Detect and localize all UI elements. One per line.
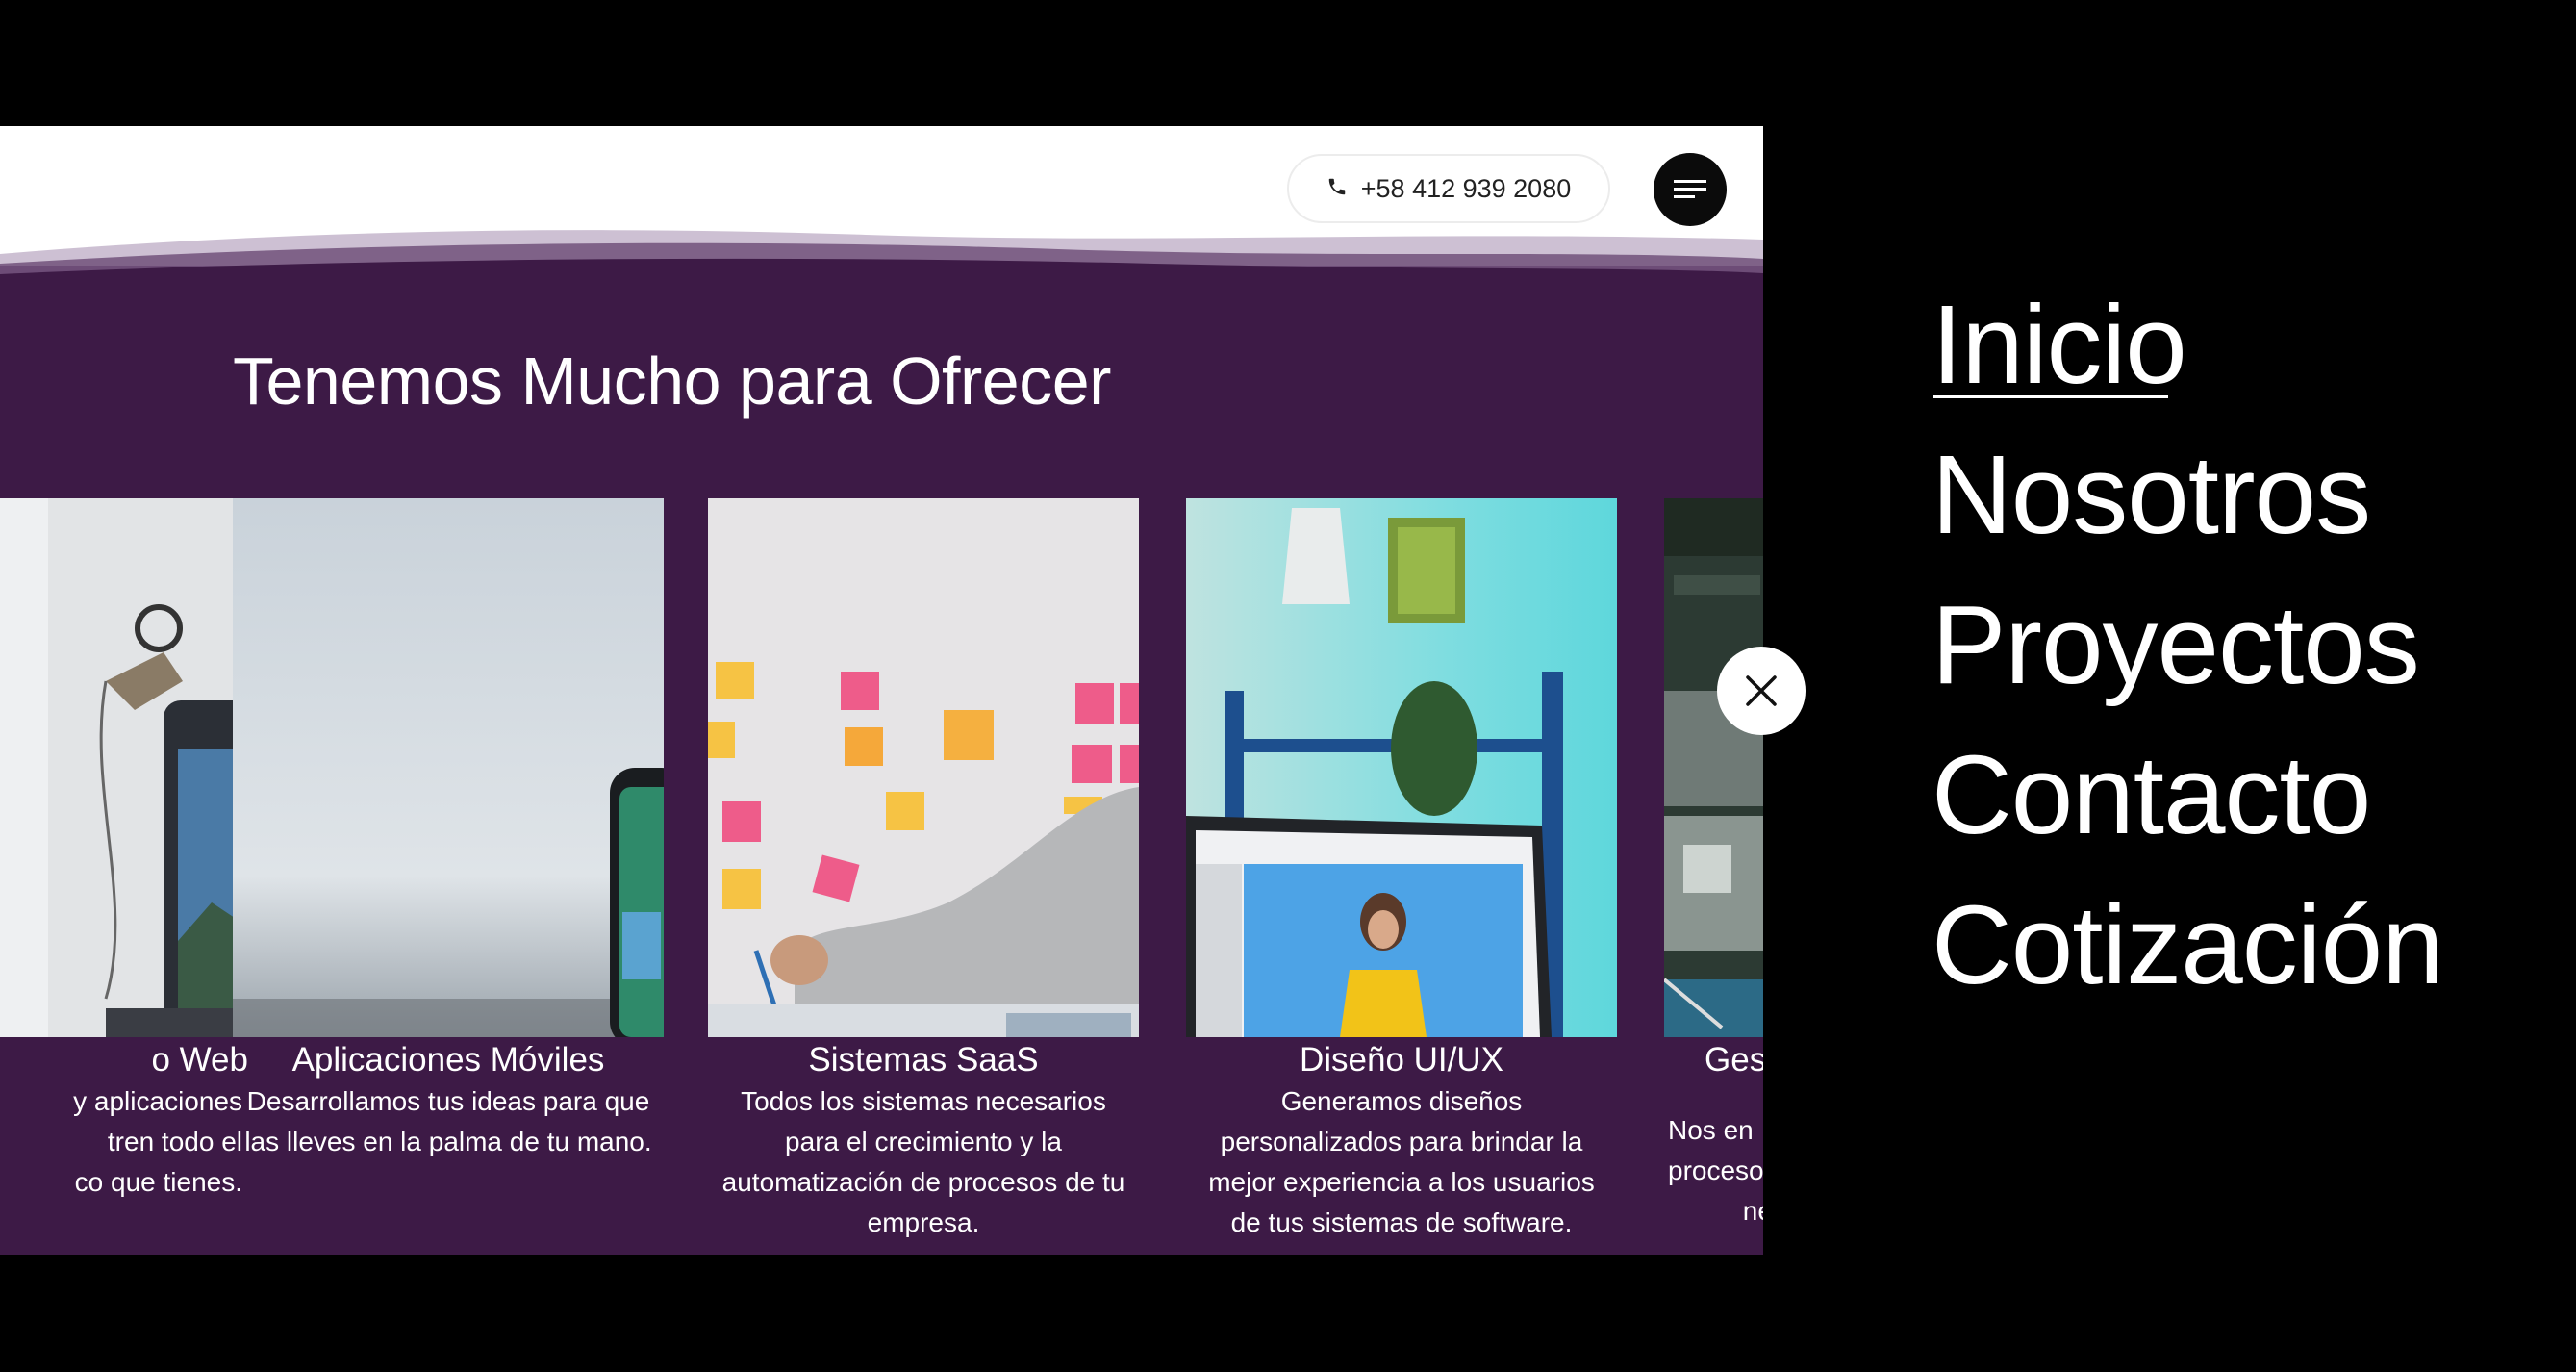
service-card[interactable]: o Web y aplicaciones tren todo el co que t…	[0, 498, 248, 1203]
overlay-nav-menu: Inicio Nosotros Proyectos Contacto Cotiz…	[1932, 269, 2444, 1020]
nav-item-nosotros[interactable]: Nosotros	[1932, 419, 2443, 570]
close-icon[interactable]	[1717, 647, 1806, 735]
nav-item-proyectos[interactable]: Proyectos	[1932, 570, 2443, 720]
service-description: y aplicaciones tren todo el co que tienes.	[73, 1086, 242, 1197]
service-image-uiux	[1186, 498, 1617, 1037]
active-underline	[1933, 395, 2168, 398]
service-title: o Web	[151, 1041, 248, 1079]
service-title: Ges	[1705, 1041, 1763, 1079]
service-image-saas	[708, 498, 1139, 1037]
service-description: Nos en proceso ne	[1668, 1115, 1763, 1226]
website-viewport: +58 412 939 2080 Tenemos Mucho para Ofre…	[0, 126, 1763, 1255]
service-image-management	[1664, 498, 1763, 1037]
service-card[interactable]: Aplicaciones Móviles Desarrollamos tus i…	[233, 498, 664, 1162]
service-title: Diseño UI/UX	[1299, 1041, 1504, 1079]
service-card[interactable]: Diseño UI/UX Generamos diseños personali…	[1186, 498, 1617, 1243]
nav-item-contacto[interactable]: Contacto	[1932, 720, 2443, 870]
service-title: Aplicaciones Móviles	[291, 1041, 605, 1079]
nav-item-cotizacion[interactable]: Cotización	[1932, 870, 2444, 1020]
service-title: Sistemas SaaS	[808, 1041, 1039, 1079]
phone-icon	[1326, 174, 1348, 204]
phone-number: +58 412 939 2080	[1360, 173, 1572, 203]
service-description: Todos los sistemas necesarios para el cr…	[721, 1086, 1125, 1237]
service-image-mobile	[233, 498, 664, 1037]
service-description: Generamos diseños personalizados para br…	[1208, 1086, 1595, 1237]
section-title: Tenemos Mucho para Ofrecer	[233, 343, 1111, 419]
service-image-web	[0, 498, 248, 1037]
service-card[interactable]: Sistemas SaaS Todos los sistemas necesar…	[708, 498, 1139, 1243]
service-description: Desarrollamos tus ideas para que las lle…	[244, 1086, 652, 1156]
service-card[interactable]: Ges Nos en proceso ne	[1664, 498, 1763, 1232]
header-wave	[0, 230, 1763, 297]
